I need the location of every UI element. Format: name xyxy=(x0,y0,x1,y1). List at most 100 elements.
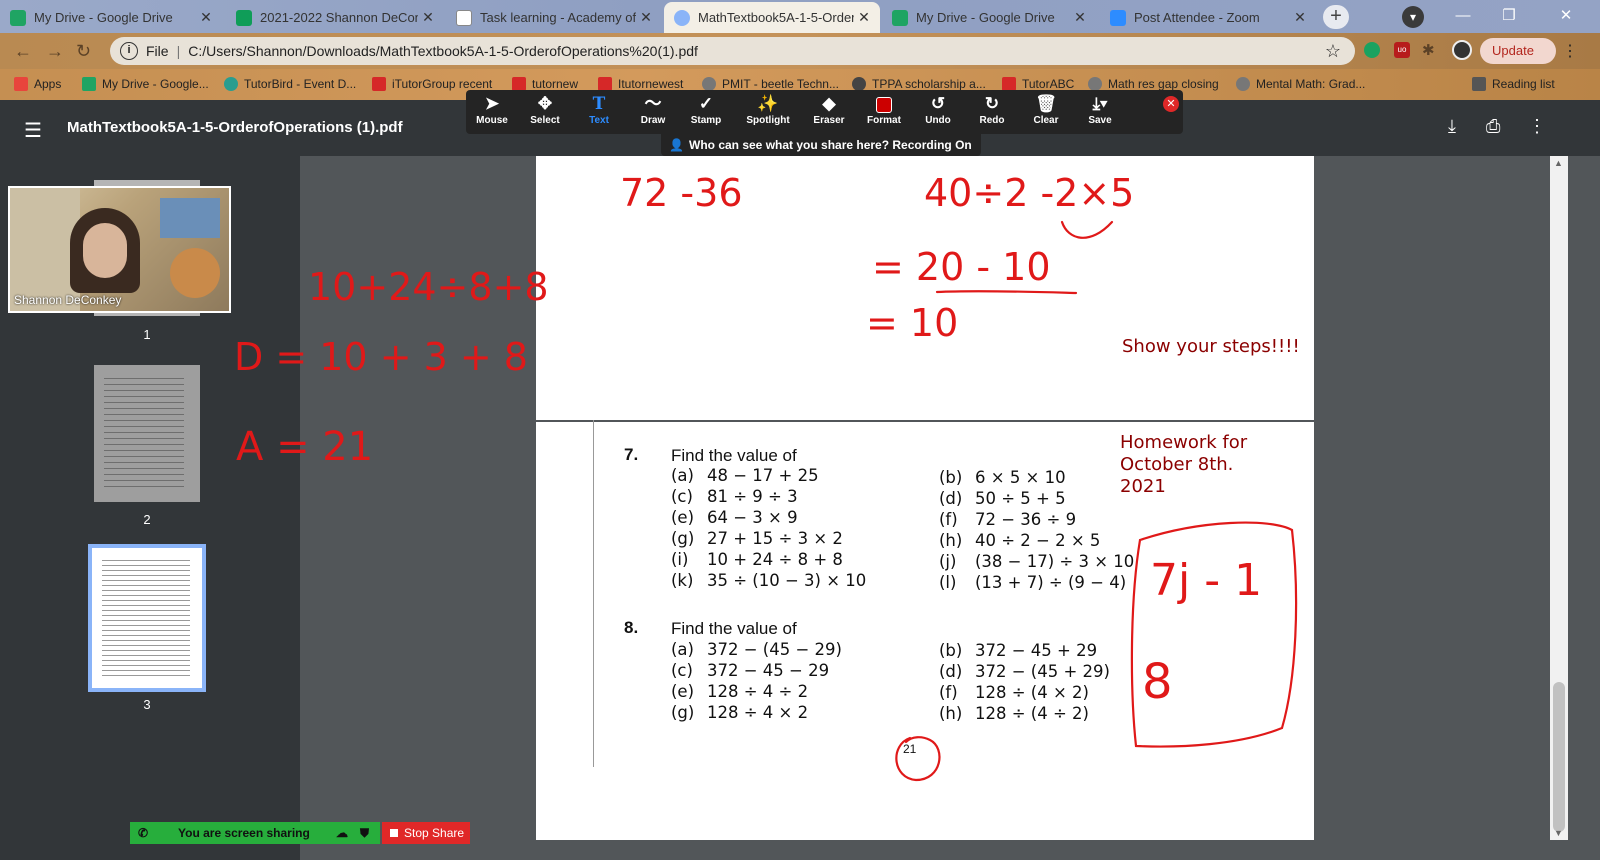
bookmark-apps[interactable]: Apps xyxy=(14,77,61,91)
document-icon xyxy=(456,9,472,26)
new-tab-button[interactable]: + xyxy=(1323,5,1349,29)
ublock-icon[interactable]: uo xyxy=(1394,42,1410,58)
bookmark-tutorbird[interactable]: TutorBird - Event D... xyxy=(224,77,356,91)
download-icon[interactable]: ⤓ xyxy=(1448,116,1456,137)
tool-draw[interactable]: 〜 Draw xyxy=(627,93,679,126)
close-icon[interactable]: ✕ xyxy=(196,9,216,26)
stop-share-button[interactable]: Stop Share xyxy=(382,822,470,844)
problem-expr: 372 − 45 − 29 xyxy=(707,661,830,680)
forward-arrow-icon[interactable]: → xyxy=(46,41,64,62)
bookmark-star-icon[interactable]: ☆ xyxy=(1325,41,1341,62)
more-options-icon[interactable]: ⋮ xyxy=(1528,116,1546,137)
bookmark-mental-math[interactable]: Mental Math: Grad... xyxy=(1236,77,1365,91)
itutor-icon xyxy=(372,77,386,91)
tool-clear[interactable]: 🗑 Clear xyxy=(1020,93,1072,126)
problem-label: (l) xyxy=(939,573,957,592)
tab-search-icon[interactable]: ▾ xyxy=(1402,6,1424,28)
problem-expr: 48 − 17 + 25 xyxy=(707,466,819,485)
tool-text[interactable]: T Text xyxy=(573,93,625,126)
close-icon[interactable]: ✕ xyxy=(854,9,874,26)
google-drive-icon xyxy=(10,9,26,26)
tool-redo[interactable]: ↻ Redo xyxy=(966,93,1018,126)
bookmark-pmit[interactable]: PMIT - beetle Techn... xyxy=(702,77,839,91)
problem-expr: 35 ÷ (10 − 3) × 10 xyxy=(707,571,867,590)
address-bar[interactable]: i File | C:/Users/Shannon/Downloads/Math… xyxy=(110,37,1355,65)
tab-pdf-active[interactable]: MathTextbook5A-1-5-Ordero ✕ xyxy=(664,2,880,33)
participant-video[interactable]: Shannon DeConkey xyxy=(8,186,231,313)
problem-label: (g) xyxy=(671,529,695,548)
screen-sharing-bar[interactable]: ✆ You are screen sharing ☁ ⛊ xyxy=(130,822,380,844)
browser-menu-icon[interactable]: ⋮ xyxy=(1562,41,1578,61)
scrollbar-thumb[interactable] xyxy=(1553,682,1565,832)
back-arrow-icon[interactable]: ← xyxy=(14,41,32,62)
recording-notice[interactable]: 👤 Who can see what you share here? Recor… xyxy=(661,134,981,156)
info-icon[interactable]: i xyxy=(120,42,138,60)
tab-my-drive[interactable]: My Drive - Google Drive ✕ xyxy=(0,2,222,33)
itutor-icon xyxy=(512,77,526,91)
tab-my-drive-2[interactable]: My Drive - Google Drive ✕ xyxy=(882,2,1096,33)
bookmark-label: TPPA scholarship a... xyxy=(872,77,986,91)
extension-green-icon[interactable] xyxy=(1364,42,1380,58)
bookmark-label: Mental Math: Grad... xyxy=(1256,77,1366,91)
menu-hamburger-icon[interactable]: ☰ xyxy=(24,118,42,143)
tab-shannon-sheet[interactable]: 2021-2022 Shannon DeConkey ✕ xyxy=(226,2,444,33)
tool-mouse[interactable]: ➤ Mouse xyxy=(466,93,518,126)
tool-eraser[interactable]: ◆ Eraser xyxy=(803,93,855,126)
close-icon[interactable]: ✕ xyxy=(1070,9,1090,26)
extensions-puzzle-icon[interactable]: ✱ xyxy=(1422,41,1435,59)
close-annotation-icon[interactable]: ✕ xyxy=(1163,96,1179,112)
problem-expr: (13 + 7) ÷ (9 − 4) xyxy=(975,573,1127,592)
tool-stamp[interactable]: ✓ Stamp xyxy=(680,93,732,126)
question-7-heading: Find the value of xyxy=(671,446,797,465)
tool-save[interactable]: ⤓▾ Save xyxy=(1074,93,1126,126)
page-number: 21 xyxy=(903,742,917,756)
thumbnail-page-3-selected[interactable] xyxy=(88,544,206,692)
thumbnail-page-2[interactable] xyxy=(94,365,200,502)
profile-avatar[interactable] xyxy=(1452,40,1472,60)
close-icon[interactable]: ✕ xyxy=(636,9,656,26)
restore-icon[interactable]: ❐ xyxy=(1486,0,1532,33)
problem-8a: (a) 372 − (45 − 29) xyxy=(671,640,842,659)
bookmark-itutorgroup[interactable]: iTutorGroup recent xyxy=(372,77,492,91)
tool-undo[interactable]: ↺ Undo xyxy=(912,93,964,126)
color-swatch-icon xyxy=(858,93,910,115)
close-icon[interactable]: ✕ xyxy=(418,9,438,26)
problem-expr: 6 × 5 × 10 xyxy=(975,468,1066,487)
thumbnail-text-lines xyxy=(102,556,190,676)
bookmark-tutornew[interactable]: tutornew xyxy=(512,77,578,91)
bookmark-label: TutorBird - Event D... xyxy=(244,77,357,91)
bookmark-my-drive[interactable]: My Drive - Google... xyxy=(82,77,209,91)
bookmark-tppa[interactable]: TPPA scholarship a... xyxy=(852,77,986,91)
itutor-icon xyxy=(598,77,612,91)
tool-spotlight[interactable]: ✨ Spotlight xyxy=(742,93,794,126)
close-icon[interactable]: ✕ xyxy=(1290,9,1310,26)
tool-select[interactable]: ✥ Select xyxy=(519,93,571,126)
tool-label: Text xyxy=(589,115,609,126)
bookmark-itutornewest[interactable]: Itutornewest xyxy=(598,77,683,91)
tab-task-learning[interactable]: Task learning - Academy of N ✕ xyxy=(446,2,662,33)
tutorbird-icon xyxy=(224,77,238,91)
eraser-icon: ◆ xyxy=(822,94,836,113)
reload-icon[interactable]: ↻ xyxy=(76,41,91,62)
window-close-icon[interactable]: ✕ xyxy=(1532,0,1600,33)
scroll-up-icon[interactable]: ▲ xyxy=(1554,158,1563,168)
tool-label: Redo xyxy=(979,115,1005,126)
bookmark-reading-list[interactable]: Reading list xyxy=(1472,77,1555,91)
bookmark-tutorabc[interactable]: TutorABC xyxy=(1002,77,1074,91)
print-icon[interactable]: ⎙ xyxy=(1486,116,1500,137)
tool-label: Draw xyxy=(640,115,666,126)
zoom-annotation-toolbar: ➤ Mouse ✥ Select T Text 〜 Draw ✓ Stamp ✨ Spotl… xyxy=(466,90,1183,134)
homework-line: 2021 xyxy=(1120,476,1166,497)
video-poster xyxy=(160,198,220,238)
tool-format[interactable]: Format xyxy=(858,93,910,126)
problem-expr: 128 ÷ (4 ÷ 2) xyxy=(975,704,1089,723)
tab-title: My Drive - Google Drive xyxy=(916,10,1055,25)
google-sheets-icon xyxy=(236,9,252,26)
tool-label: Stamp xyxy=(690,115,722,126)
bookmark-math-res[interactable]: Math res gap closing xyxy=(1088,77,1219,91)
scroll-down-icon[interactable]: ▼ xyxy=(1554,828,1563,838)
minimize-icon[interactable]: — xyxy=(1440,0,1486,33)
tab-zoom[interactable]: Post Attendee - Zoom ✕ xyxy=(1100,2,1316,33)
update-button[interactable]: Update xyxy=(1480,38,1556,64)
stop-share-label: Stop Share xyxy=(404,826,465,840)
